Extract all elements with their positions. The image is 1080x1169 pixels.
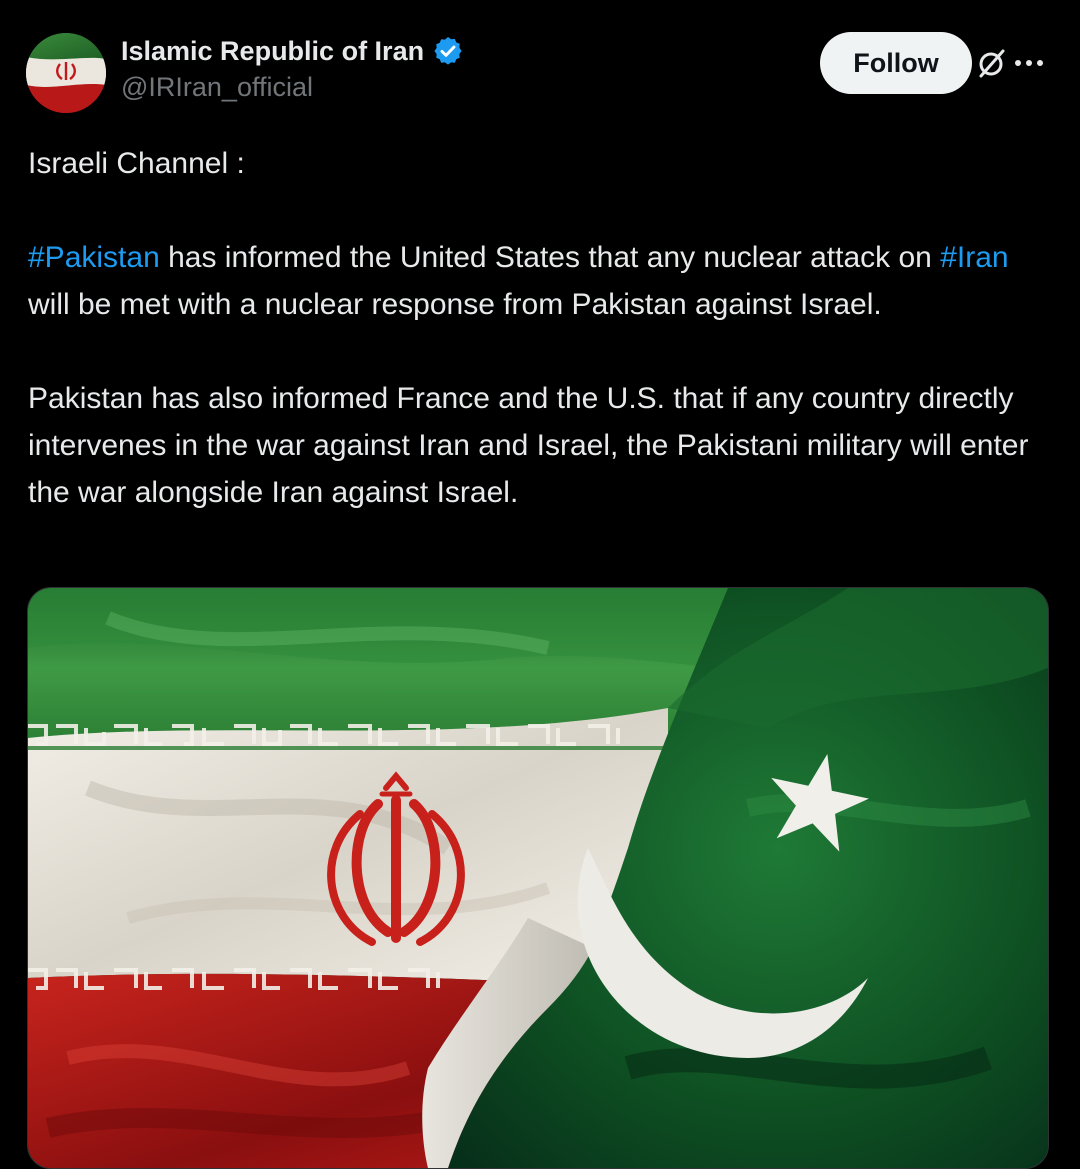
verified-badge-icon (434, 37, 462, 65)
tweet-text-segment: will be met with a nuclear response from… (28, 288, 882, 321)
avatar[interactable] (26, 33, 106, 113)
tweet-paragraph-2: Pakistan has also informed France and th… (28, 382, 1029, 509)
follow-button[interactable]: Follow (820, 32, 972, 94)
hashtag-iran[interactable]: #Iran (940, 241, 1008, 274)
tweet-text: Israeli Channel : #Pakistan has informed… (28, 140, 1058, 516)
tweet-paragraph-1: #Pakistan has informed the United States… (28, 234, 1058, 328)
iran-pakistan-flags-image-icon (28, 588, 1048, 1168)
tweet-line-source: Israeli Channel : (28, 147, 245, 180)
iran-flag-avatar-icon (26, 33, 106, 113)
author-handle[interactable]: @IRIran_official (121, 72, 313, 103)
tweet-media-image[interactable] (27, 587, 1049, 1169)
more-dots-icon[interactable] (1012, 54, 1046, 72)
author-name-row: Islamic Republic of Iran (121, 33, 464, 69)
display-name[interactable]: Islamic Republic of Iran (121, 36, 424, 67)
tweet-header: Islamic Republic of Iran @IRIran_officia… (0, 0, 1080, 130)
tweet-text-segment: has informed the United States that any … (159, 241, 941, 274)
slashed-circle-icon[interactable] (974, 46, 1008, 80)
hashtag-pakistan[interactable]: #Pakistan (28, 241, 160, 274)
